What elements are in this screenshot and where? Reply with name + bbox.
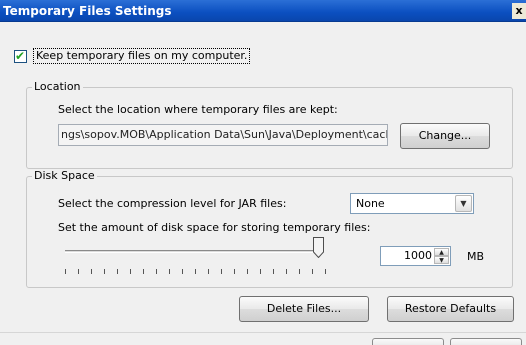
disk-space-group: Disk Space Select the compression level …: [26, 169, 513, 288]
slider-tick: [182, 269, 183, 274]
disk-amount-label: Set the amount of disk space for storing…: [58, 221, 371, 234]
slider-tick: [195, 269, 196, 274]
location-instruction: Select the location where temporary file…: [58, 103, 338, 116]
slider-tick: [260, 269, 261, 274]
slider-tick: [143, 269, 144, 274]
disk-space-spinner[interactable]: 1000 ▲ ▼: [380, 246, 451, 266]
compression-label: Select the compression level for JAR fil…: [58, 197, 287, 210]
slider-tick: [221, 269, 222, 274]
arrow-down-icon[interactable]: ▼: [434, 256, 449, 264]
slider-tick: [104, 269, 105, 274]
change-button[interactable]: Change...: [400, 123, 490, 149]
disk-space-unit: MB: [467, 250, 485, 263]
slider-tick: [156, 269, 157, 274]
chevron-down-icon[interactable]: ▼: [455, 195, 472, 212]
disk-space-legend: Disk Space: [32, 169, 97, 182]
arrow-up-icon[interactable]: ▲: [434, 248, 449, 256]
slider-tick: [312, 269, 313, 274]
restore-defaults-button[interactable]: Restore Defaults: [387, 296, 514, 322]
checkmark-icon: ✔: [15, 48, 26, 63]
delete-files-button[interactable]: Delete Files...: [239, 296, 369, 322]
footer-divider: [0, 332, 526, 333]
disk-space-value[interactable]: 1000: [404, 249, 432, 262]
compression-value: None: [356, 197, 385, 210]
slider-tick: [117, 269, 118, 274]
slider-tick: [91, 269, 92, 274]
slider-tick: [247, 269, 248, 274]
location-group: Location Select the location where tempo…: [26, 80, 513, 169]
ok-button-partial[interactable]: [372, 338, 444, 345]
disk-space-slider-thumb[interactable]: [313, 237, 324, 258]
compression-select[interactable]: None ▼: [350, 193, 474, 214]
disk-space-slider-track[interactable]: [65, 250, 315, 253]
slider-tick: [299, 269, 300, 274]
slider-tick: [273, 269, 274, 274]
cache-path-field[interactable]: ngs\sopov.MOB\Application Data\Sun\Java\…: [58, 124, 388, 146]
window-title: Temporary Files Settings: [3, 4, 172, 18]
slider-tick: [65, 269, 66, 274]
slider-tick: [208, 269, 209, 274]
slider-ticks: [65, 269, 326, 274]
title-bar: Temporary Files Settings x: [0, 0, 526, 22]
cancel-button-partial[interactable]: [450, 338, 522, 345]
slider-tick: [325, 269, 326, 274]
slider-tick: [78, 269, 79, 274]
keep-files-label[interactable]: Keep temporary files on my computer.: [33, 48, 251, 64]
location-legend: Location: [32, 80, 83, 93]
keep-files-checkbox[interactable]: ✔: [14, 48, 27, 63]
keep-files-option[interactable]: ✔ Keep temporary files on my computer.: [14, 48, 251, 64]
slider-tick: [169, 269, 170, 274]
slider-tick: [130, 269, 131, 274]
close-icon[interactable]: x: [512, 3, 526, 19]
slider-tick: [234, 269, 235, 274]
slider-tick: [286, 269, 287, 274]
